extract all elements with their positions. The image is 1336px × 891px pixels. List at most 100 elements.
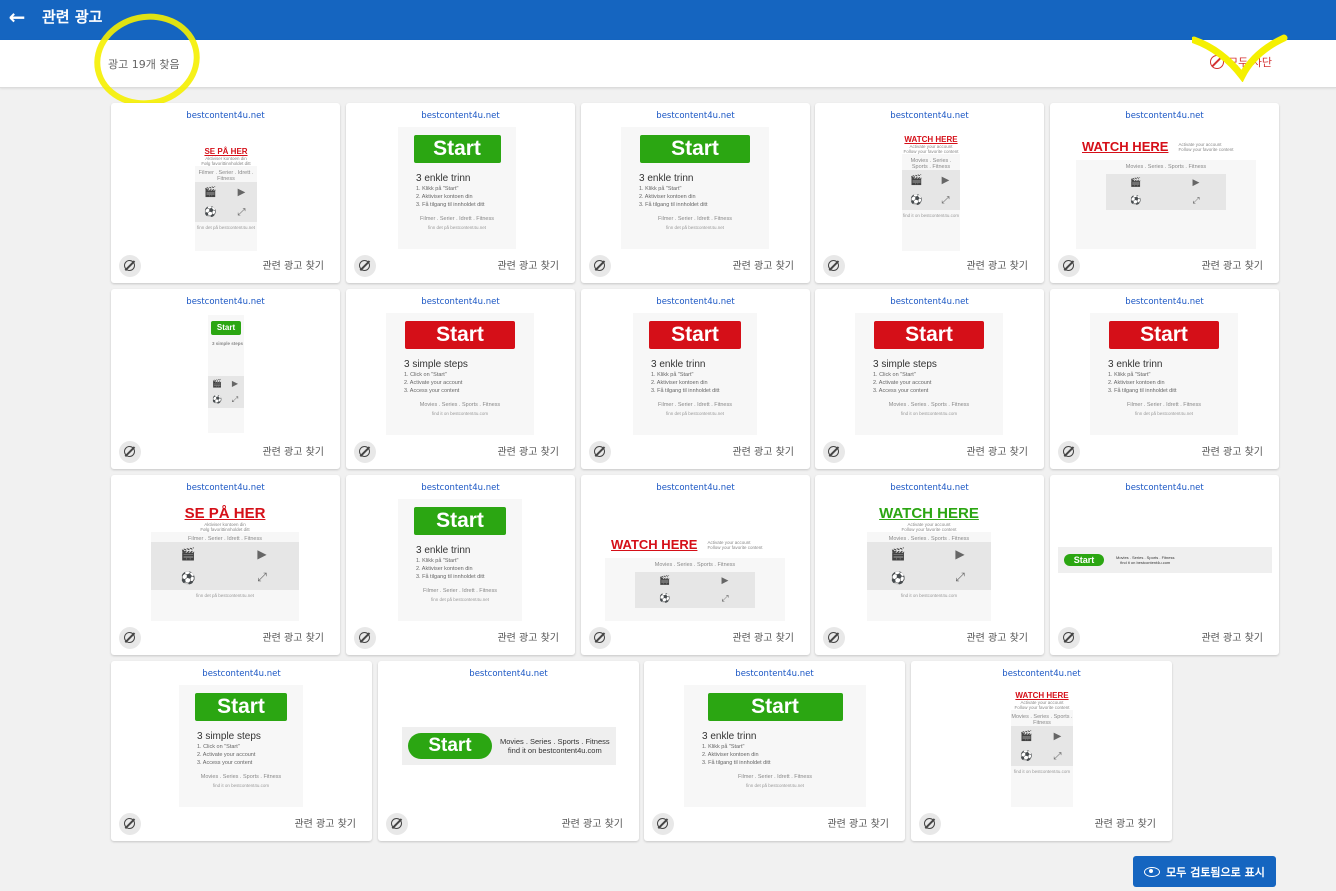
find-related-button[interactable]: 관련 광고 찾기 xyxy=(561,815,623,830)
ad-domain[interactable]: bestcontent4u.net xyxy=(815,297,1044,307)
ad-card[interactable]: bestcontent4u.net Start 3 enkle trinn 1.… xyxy=(581,289,810,469)
find-related-button[interactable]: 관련 광고 찾기 xyxy=(966,257,1028,272)
block-ad-icon[interactable] xyxy=(354,255,376,277)
ad-card[interactable]: bestcontent4u.net Start 3 enkle trinn 1.… xyxy=(644,661,905,841)
mark-all-reviewed-button[interactable]: 모두 검토됨으로 표시 xyxy=(1133,856,1276,887)
find-related-button[interactable]: 관련 광고 찾기 xyxy=(732,257,794,272)
ad-card[interactable]: bestcontent4u.net Start 3 enkle trinn 1.… xyxy=(346,475,575,655)
ad-card[interactable]: bestcontent4u.net Start Movies . Series … xyxy=(1050,475,1279,655)
find-related-button[interactable]: 관련 광고 찾기 xyxy=(497,629,559,644)
ad-card[interactable]: bestcontent4u.net SE PÅ HER Aktiviser ko… xyxy=(111,475,340,655)
ad-menu: Movies . Series . Sports . Fitness xyxy=(200,774,282,780)
block-ad-icon[interactable] xyxy=(823,627,845,649)
find-related-button[interactable]: 관련 광고 찾기 xyxy=(497,443,559,458)
ad-domain[interactable]: bestcontent4u.net xyxy=(1050,483,1279,493)
ad-card[interactable]: bestcontent4u.net Start 3 simple steps 1… xyxy=(815,289,1044,469)
find-related-button[interactable]: 관련 광고 찾기 xyxy=(1201,257,1263,272)
ad-thumbnail[interactable]: WATCH HERE Activate your account Follow y… xyxy=(1076,127,1256,249)
find-related-button[interactable]: 관련 광고 찾기 xyxy=(827,815,889,830)
find-related-button[interactable]: 관련 광고 찾기 xyxy=(294,815,356,830)
block-ad-icon[interactable] xyxy=(119,813,141,835)
ad-domain[interactable]: bestcontent4u.net xyxy=(346,111,575,121)
ad-thumbnail[interactable]: Start 3 simple steps 1. Click on "Start"… xyxy=(179,685,303,807)
find-related-button[interactable]: 관련 광고 찾기 xyxy=(1201,443,1263,458)
find-related-button[interactable]: 관련 광고 찾기 xyxy=(1094,815,1156,830)
ad-card[interactable]: bestcontent4u.net WATCH HERE Activate yo… xyxy=(581,475,810,655)
ad-thumbnail[interactable]: Start 3 enkle trinn 1. Klikk på "Start" 2… xyxy=(398,499,522,621)
block-ad-icon[interactable] xyxy=(823,441,845,463)
ad-thumbnail[interactable]: Start 3 enkle trinn 1. Klikk på "Start" 2… xyxy=(621,127,769,249)
arrow-left-icon[interactable]: ← xyxy=(6,6,28,28)
ad-thumbnail[interactable]: WATCH HERE Activate your account Follow … xyxy=(867,499,991,621)
block-ad-icon[interactable] xyxy=(919,813,941,835)
find-related-button[interactable]: 관련 광고 찾기 xyxy=(732,629,794,644)
ad-domain[interactable]: bestcontent4u.net xyxy=(346,483,575,493)
ad-thumbnail[interactable]: Start 3 simple steps 1. Click on "Start"… xyxy=(855,313,1003,435)
ad-card[interactable]: bestcontent4u.net Start 3 simple steps 🎬… xyxy=(111,289,340,469)
block-ad-icon[interactable] xyxy=(1058,255,1080,277)
ad-thumbnail[interactable]: SE PÅ HER Aktiviser kontoen din Følg fav… xyxy=(195,141,257,251)
ad-domain[interactable]: bestcontent4u.net xyxy=(581,297,810,307)
ad-domain[interactable]: bestcontent4u.net xyxy=(111,297,340,307)
ad-thumbnail[interactable]: Start Movies . Series . Sports . Fitness… xyxy=(1058,547,1272,573)
block-ad-icon[interactable] xyxy=(119,441,141,463)
find-related-button[interactable]: 관련 광고 찾기 xyxy=(966,629,1028,644)
block-ad-icon[interactable] xyxy=(354,441,376,463)
block-ad-icon[interactable] xyxy=(589,441,611,463)
ad-thumbnail[interactable]: Start 3 simple steps 🎬 ▶ ⚽ ⤢ xyxy=(208,315,244,433)
block-ad-icon[interactable] xyxy=(119,255,141,277)
ad-thumbnail[interactable]: WATCH HERE Activate your account Follow … xyxy=(1011,685,1073,807)
ad-thumbnail[interactable]: SE PÅ HER Aktiviser kontoen din Følg fav… xyxy=(151,499,299,621)
ad-domain[interactable]: bestcontent4u.net xyxy=(1050,111,1279,121)
ad-domain[interactable]: bestcontent4u.net xyxy=(111,669,372,679)
ad-thumbnail[interactable]: Start 3 enkle trinn 1. Klikk på "Start" 2… xyxy=(1090,313,1238,435)
find-related-button[interactable]: 관련 광고 찾기 xyxy=(1201,629,1263,644)
ad-domain[interactable]: bestcontent4u.net xyxy=(911,669,1172,679)
ad-thumbnail[interactable]: WATCH HERE Activate your account Follow … xyxy=(902,129,960,251)
ad-thumbnail[interactable]: Start 3 enkle trinn 1. Klikk på "Start" 2… xyxy=(633,313,757,435)
ad-card[interactable]: bestcontent4u.net Start 3 enkle trinn 1.… xyxy=(346,103,575,283)
ad-menu: Filmer . Serier . Idrett . Fitness xyxy=(420,216,494,222)
ad-card[interactable]: bestcontent4u.net Start 3 simple steps 1… xyxy=(111,661,372,841)
block-ad-icon[interactable] xyxy=(386,813,408,835)
ad-card[interactable]: bestcontent4u.net WATCH HERE Activate yo… xyxy=(815,103,1044,283)
find-related-button[interactable]: 관련 광고 찾기 xyxy=(262,443,324,458)
ad-thumbnail[interactable]: WATCH HERE Activate your account Follow y… xyxy=(605,525,785,621)
find-related-button[interactable]: 관련 광고 찾기 xyxy=(732,443,794,458)
block-ad-icon[interactable] xyxy=(589,627,611,649)
find-related-button[interactable]: 관련 광고 찾기 xyxy=(966,443,1028,458)
ad-card[interactable]: bestcontent4u.net Start 3 simple steps 1… xyxy=(346,289,575,469)
ad-card[interactable]: bestcontent4u.net SE PÅ HER Aktiviser ko… xyxy=(111,103,340,283)
ad-domain[interactable]: bestcontent4u.net xyxy=(815,111,1044,121)
block-ad-icon[interactable] xyxy=(589,255,611,277)
block-ad-icon[interactable] xyxy=(1058,441,1080,463)
ad-domain[interactable]: bestcontent4u.net xyxy=(111,483,340,493)
block-ad-icon[interactable] xyxy=(1058,627,1080,649)
find-related-button[interactable]: 관련 광고 찾기 xyxy=(497,257,559,272)
ad-card[interactable]: bestcontent4u.net Start Movies . Series … xyxy=(378,661,639,841)
ad-domain[interactable]: bestcontent4u.net xyxy=(1050,297,1279,307)
ad-thumbnail[interactable]: Start 3 enkle trinn 1. Klikk på "Start" 2… xyxy=(398,127,516,249)
find-related-button[interactable]: 관련 광고 찾기 xyxy=(262,257,324,272)
ad-card[interactable]: bestcontent4u.net Start 3 enkle trinn 1.… xyxy=(581,103,810,283)
ad-domain[interactable]: bestcontent4u.net xyxy=(815,483,1044,493)
ad-domain[interactable]: bestcontent4u.net xyxy=(644,669,905,679)
ad-domain[interactable]: bestcontent4u.net xyxy=(581,111,810,121)
block-ad-icon[interactable] xyxy=(652,813,674,835)
ad-card[interactable]: bestcontent4u.net WATCH HERE Activate yo… xyxy=(1050,103,1279,283)
ad-card[interactable]: bestcontent4u.net Start 3 enkle trinn 1.… xyxy=(1050,289,1279,469)
block-ad-icon[interactable] xyxy=(823,255,845,277)
ad-domain[interactable]: bestcontent4u.net xyxy=(346,297,575,307)
ad-card[interactable]: bestcontent4u.net WATCH HERE Activate yo… xyxy=(815,475,1044,655)
ad-sub: Follow your favorite content xyxy=(1014,705,1070,710)
ad-thumbnail[interactable]: Start Movies . Series . Sports . Fitness… xyxy=(402,727,616,765)
ad-domain[interactable]: bestcontent4u.net xyxy=(111,111,340,121)
block-ad-icon[interactable] xyxy=(119,627,141,649)
block-ad-icon[interactable] xyxy=(354,627,376,649)
ad-domain[interactable]: bestcontent4u.net xyxy=(581,483,810,493)
ad-thumbnail[interactable]: Start 3 enkle trinn 1. Klikk på "Start" 2… xyxy=(684,685,866,807)
find-related-button[interactable]: 관련 광고 찾기 xyxy=(262,629,324,644)
ad-domain[interactable]: bestcontent4u.net xyxy=(378,669,639,679)
ad-thumbnail[interactable]: Start 3 simple steps 1. Click on "Start"… xyxy=(386,313,534,435)
ad-card[interactable]: bestcontent4u.net WATCH HERE Activate yo… xyxy=(911,661,1172,841)
